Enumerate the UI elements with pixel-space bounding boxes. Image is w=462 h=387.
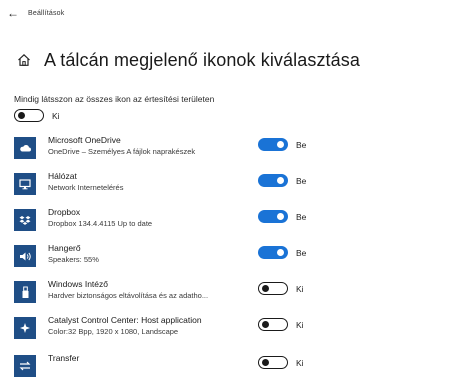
tray-icon-row: Microsoft OneDrive OneDrive – Személyes A… <box>14 133 454 169</box>
tray-icon-row: Transfer Ki <box>14 351 454 387</box>
row-subtitle: OneDrive – Személyes A fájlok naprakésze… <box>48 147 196 156</box>
row-toggle-group: Be <box>258 246 306 259</box>
row-title: Catalyst Control Center: Host applicatio… <box>48 315 202 325</box>
row-title: Transfer <box>48 353 80 363</box>
row-toggle-switch[interactable] <box>258 318 288 331</box>
row-toggle-group: Be <box>258 210 306 223</box>
tray-icon-row: Windows Intéző Hardver biztonságos eltávo… <box>14 277 454 313</box>
row-toggle-group: Ki <box>258 282 304 295</box>
row-title: Hálózat <box>48 171 77 181</box>
toggle-knob <box>262 358 269 366</box>
toggle-state-label: Ki <box>296 283 304 294</box>
show-all-icons-label: Mindig látsszon az összes ikon az értesí… <box>14 94 215 104</box>
row-subtitle: Color:32 Bpp, 1920 x 1080, Landscape <box>48 327 179 336</box>
row-title: Windows Intéző <box>48 279 108 289</box>
row-title: Dropbox <box>48 207 81 217</box>
toggle-knob <box>277 176 284 184</box>
toggle-knob <box>277 212 284 220</box>
row-title: Hangerő <box>48 243 81 253</box>
toggle-state-label: Be <box>296 139 307 150</box>
cloud-icon <box>14 137 36 159</box>
toggle-state-label: Ki <box>296 319 304 330</box>
back-arrow-icon: ← <box>7 6 19 20</box>
show-all-icons-toggle[interactable] <box>14 109 44 122</box>
row-subtitle: Hardver biztonságos eltávolítása és az a… <box>48 291 209 300</box>
catalyst-icon <box>14 317 36 339</box>
row-text: Hálózat Network Internetelérés <box>48 171 253 193</box>
row-toggle-group: Be <box>258 174 306 187</box>
row-text: Microsoft OneDrive OneDrive – Személyes A… <box>48 135 253 157</box>
tray-icon-row: Catalyst Control Center: Host applicatio… <box>14 313 454 349</box>
row-text: Catalyst Control Center: Host applicatio… <box>48 315 253 337</box>
row-toggle-group: Be <box>258 138 306 151</box>
row-subtitle: Speakers: 55% <box>48 255 99 264</box>
app-name: Beállítások <box>28 9 65 17</box>
toggle-state-label: Ki <box>52 110 60 121</box>
row-toggle-switch[interactable] <box>258 356 288 369</box>
row-toggle-switch[interactable] <box>258 282 288 295</box>
row-text: Windows Intéző Hardver biztonságos eltávo… <box>48 279 253 301</box>
toggle-state-label: Be <box>296 247 307 258</box>
row-toggle-switch[interactable] <box>258 210 288 223</box>
toggle-state-label: Ki <box>296 357 304 368</box>
tray-icon-row: Hálózat Network Internetelérés Be <box>14 169 454 205</box>
row-text: Dropbox Dropbox 134.4.4115 Up to date <box>48 207 253 229</box>
show-all-icons-setting: Ki <box>14 109 60 122</box>
usb-icon <box>14 281 36 303</box>
row-toggle-switch[interactable] <box>258 174 288 187</box>
row-title: Microsoft OneDrive <box>48 135 121 145</box>
tray-icon-row: Hangerő Speakers: 55% Be <box>14 241 454 277</box>
row-text: Hangerő Speakers: 55% <box>48 243 253 265</box>
dropbox-icon <box>14 209 36 231</box>
row-text: Transfer <box>48 353 253 364</box>
toggle-state-label: Be <box>296 175 307 186</box>
back-button[interactable]: ← <box>0 0 26 26</box>
row-subtitle: Dropbox 134.4.4115 Up to date <box>48 219 153 228</box>
page-title: A tálcán megjelenő ikonok kiválasztása <box>44 49 360 70</box>
toggle-knob <box>262 284 269 292</box>
tray-icon-row: Dropbox Dropbox 134.4.4115 Up to date Be <box>14 205 454 241</box>
page-header: A tálcán megjelenő ikonok kiválasztása <box>16 47 360 73</box>
toggle-knob <box>262 320 269 328</box>
toggle-state-label: Be <box>296 211 307 222</box>
toggle-knob <box>277 248 284 256</box>
row-toggle-group: Ki <box>258 318 304 331</box>
row-toggle-group: Ki <box>258 356 304 369</box>
row-toggle-switch[interactable] <box>258 246 288 259</box>
row-toggle-switch[interactable] <box>258 138 288 151</box>
title-bar: ← Beállítások <box>0 0 462 26</box>
toggle-knob <box>277 140 284 148</box>
home-icon[interactable] <box>16 52 32 68</box>
monitor-icon <box>14 173 36 195</box>
speaker-icon <box>14 245 36 267</box>
row-subtitle: Network Internetelérés <box>48 183 124 192</box>
toggle-knob <box>18 111 25 119</box>
